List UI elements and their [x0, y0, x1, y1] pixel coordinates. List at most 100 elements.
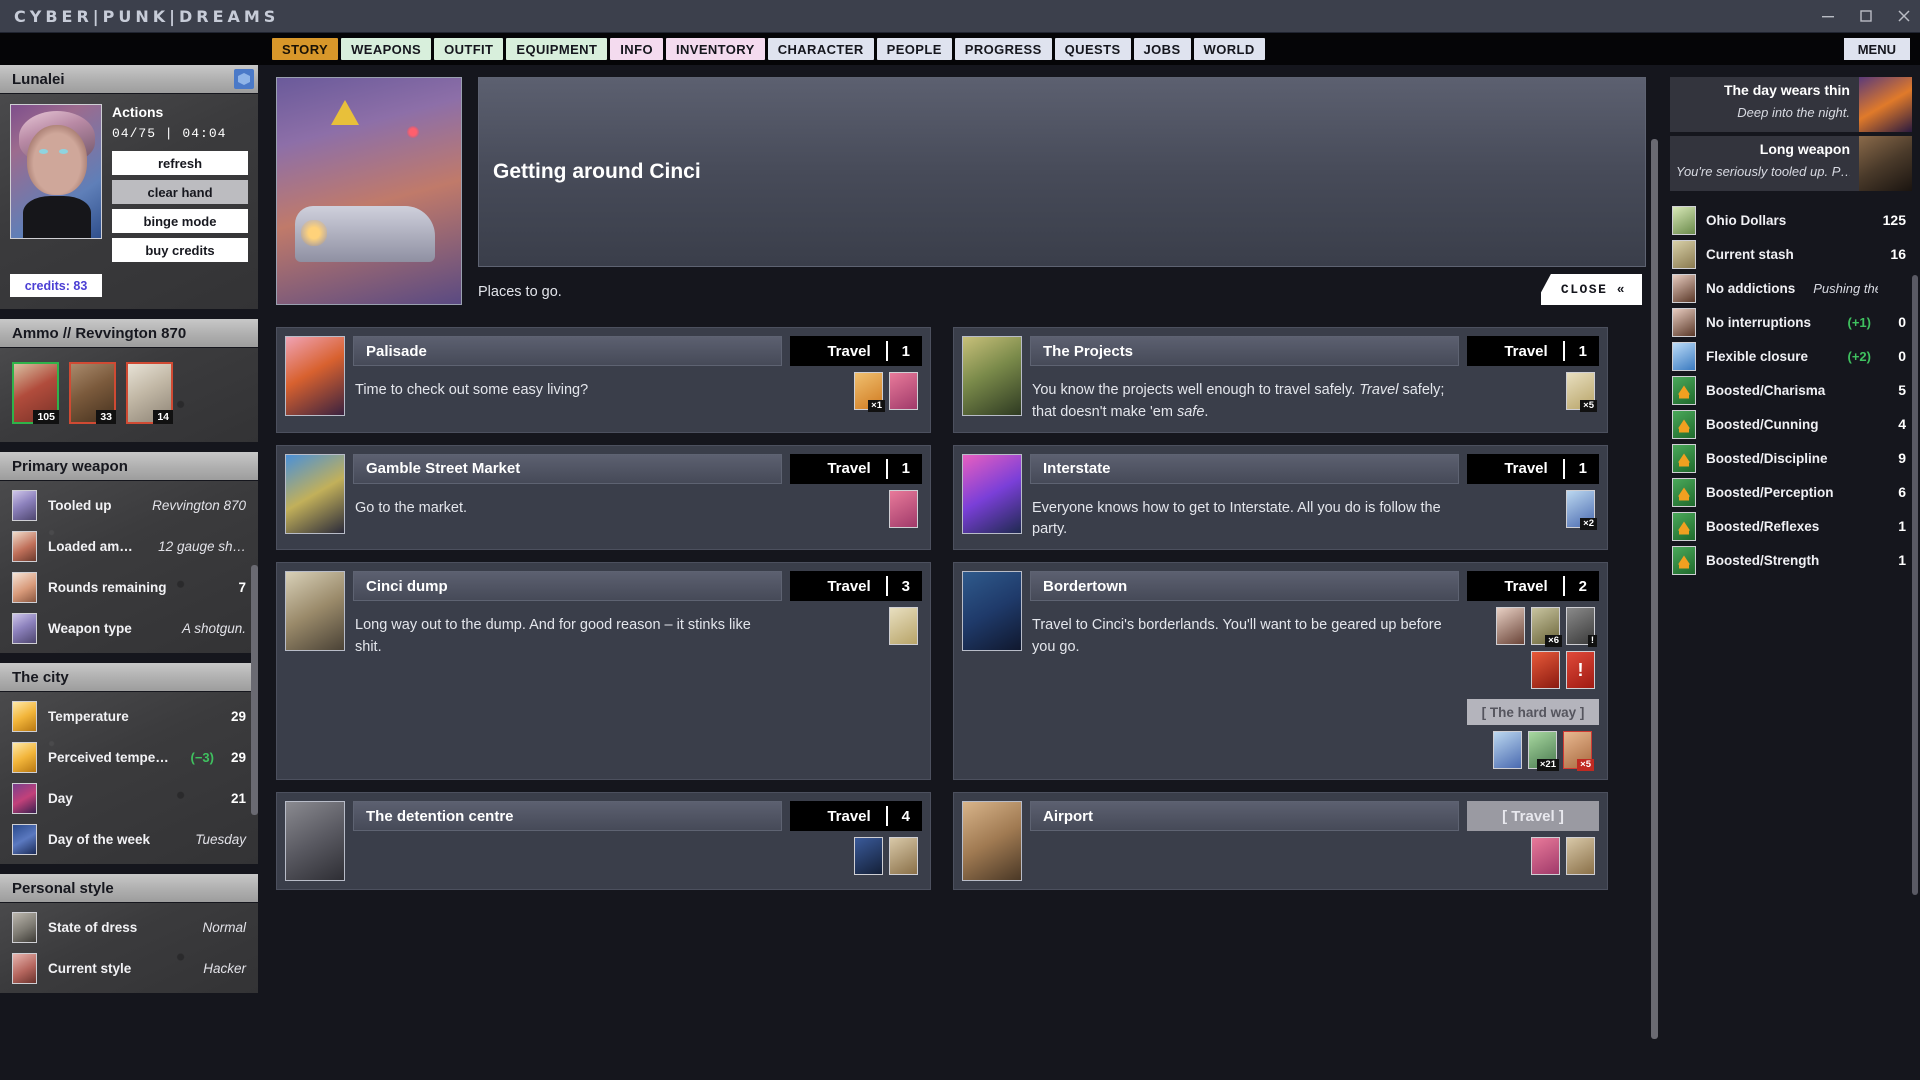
- status-stat-icon: [1672, 206, 1696, 235]
- location-card[interactable]: Airport[ Travel ]: [953, 792, 1608, 890]
- nav-tab-people[interactable]: PEOPLE: [877, 38, 952, 60]
- status-stat-icon: [1672, 308, 1696, 337]
- reward-chip[interactable]: ×21: [1528, 731, 1557, 769]
- right-sidebar-scrollbar[interactable]: [1912, 275, 1918, 895]
- status-stat-row[interactable]: Ohio Dollars125: [1670, 203, 1912, 237]
- stat-row[interactable]: Day21: [6, 778, 252, 819]
- status-stat-row[interactable]: Boosted/Reflexes1: [1670, 509, 1912, 543]
- location-title-bar: Cinci dump: [353, 571, 782, 601]
- reward-chip[interactable]: [1496, 607, 1525, 645]
- nav-tab-info[interactable]: INFO: [610, 38, 663, 60]
- stat-value: Normal: [202, 920, 246, 935]
- stat-row[interactable]: Current styleHacker: [6, 948, 252, 989]
- reward-chip[interactable]: [889, 372, 918, 410]
- reward-chip[interactable]: [889, 607, 918, 645]
- travel-button[interactable]: [ Travel ]: [1467, 801, 1599, 831]
- reward-chip[interactable]: !: [1566, 651, 1595, 689]
- reward-chip[interactable]: [1566, 837, 1595, 875]
- hard-way-button[interactable]: [ The hard way ]: [1467, 699, 1599, 725]
- menu-button[interactable]: MENU: [1844, 38, 1910, 60]
- avatar[interactable]: [10, 104, 102, 239]
- reward-chip[interactable]: [854, 837, 883, 875]
- stat-row[interactable]: State of dressNormal: [6, 907, 252, 948]
- travel-button[interactable]: Travel4: [790, 801, 922, 831]
- close-icon[interactable]: [1896, 8, 1912, 24]
- location-card[interactable]: Gamble Street MarketGo to the market.Tra…: [276, 445, 931, 551]
- ammo-slot[interactable]: 14: [126, 362, 173, 424]
- travel-divider: [1563, 576, 1565, 596]
- travel-button[interactable]: Travel1: [1467, 336, 1599, 366]
- reward-chip[interactable]: ×1: [854, 372, 883, 410]
- status-stat-row[interactable]: Boosted/Perception6: [1670, 475, 1912, 509]
- location-title: Bordertown: [1043, 578, 1127, 595]
- status-stat-row[interactable]: Boosted/Charisma5: [1670, 373, 1912, 407]
- reward-chip[interactable]: [889, 490, 918, 528]
- nav-tab-story[interactable]: STORY: [272, 38, 338, 60]
- status-stat-row[interactable]: Boosted/Cunning4: [1670, 407, 1912, 441]
- clear-hand-button[interactable]: clear hand: [112, 180, 248, 204]
- stat-row[interactable]: Day of the weekTuesday: [6, 819, 252, 860]
- character-badge-icon[interactable]: [234, 69, 254, 89]
- location-card[interactable]: BordertownTravel to Cinci's borderlands.…: [953, 562, 1608, 780]
- stat-row[interactable]: Perceived tempe…(−3)29: [6, 737, 252, 778]
- reward-chip[interactable]: [1493, 731, 1522, 769]
- nav-tab-outfit[interactable]: OUTFIT: [434, 38, 503, 60]
- reward-chip[interactable]: ×2: [1566, 490, 1595, 528]
- nav-tab-quests[interactable]: QUESTS: [1055, 38, 1131, 60]
- nav-tab-world[interactable]: WORLD: [1194, 38, 1265, 60]
- location-thumbnail: [285, 454, 345, 534]
- stat-row[interactable]: Tooled upRevvington 870: [6, 485, 252, 526]
- binge-mode-button[interactable]: binge mode: [112, 209, 248, 233]
- refresh-button[interactable]: refresh: [112, 151, 248, 175]
- stat-row[interactable]: Rounds remaining7: [6, 567, 252, 608]
- location-card[interactable]: The detention centreTravel4: [276, 792, 931, 890]
- nav-tab-inventory[interactable]: INVENTORY: [666, 38, 765, 60]
- left-sidebar-scrollbar[interactable]: [251, 565, 258, 815]
- nav-tab-weapons[interactable]: WEAPONS: [341, 38, 431, 60]
- nav-tab-character[interactable]: CHARACTER: [768, 38, 874, 60]
- minimize-icon[interactable]: [1820, 8, 1836, 24]
- reward-chip[interactable]: ×6: [1531, 607, 1560, 645]
- stat-icon: [12, 490, 37, 521]
- nav-tab-jobs[interactable]: JOBS: [1134, 38, 1191, 60]
- status-stat-value: 1: [1888, 552, 1906, 568]
- stat-row[interactable]: Weapon typeA shotgun.: [6, 608, 252, 649]
- location-card[interactable]: InterstateEveryone knows how to get to I…: [953, 445, 1608, 551]
- reward-chip[interactable]: ×5: [1566, 372, 1595, 410]
- notice-card[interactable]: Long weaponYou're seriously tooled up. P…: [1670, 136, 1912, 191]
- reward-chip[interactable]: [1531, 651, 1560, 689]
- ammo-slot[interactable]: 33: [69, 362, 116, 424]
- stat-row[interactable]: Temperature29: [6, 696, 252, 737]
- travel-button[interactable]: Travel1: [790, 454, 922, 484]
- location-card[interactable]: Cinci dumpLong way out to the dump. And …: [276, 562, 931, 780]
- status-stat-row[interactable]: Current stash16: [1670, 237, 1912, 271]
- credits-display[interactable]: credits: 83: [10, 274, 102, 297]
- status-stat-row[interactable]: Flexible closure(+2)0: [1670, 339, 1912, 373]
- chip-badge: ×1: [868, 400, 885, 412]
- buy-credits-button[interactable]: buy credits: [112, 238, 248, 262]
- travel-button[interactable]: Travel1: [1467, 454, 1599, 484]
- travel-button[interactable]: Travel2: [1467, 571, 1599, 601]
- status-stat-value: 9: [1888, 450, 1906, 466]
- status-stat-row[interactable]: No interruptions(+1)0: [1670, 305, 1912, 339]
- chip-badge: ×5: [1580, 400, 1597, 412]
- status-stat-row[interactable]: Boosted/Strength1: [1670, 543, 1912, 577]
- reward-chip[interactable]: [1531, 837, 1560, 875]
- travel-button[interactable]: Travel3: [790, 571, 922, 601]
- nav-tab-progress[interactable]: PROGRESS: [955, 38, 1052, 60]
- notice-card[interactable]: The day wears thinDeep into the night.: [1670, 77, 1912, 132]
- travel-button[interactable]: Travel1: [790, 336, 922, 366]
- reward-chip[interactable]: [889, 837, 918, 875]
- status-stat-row[interactable]: Boosted/Discipline9: [1670, 441, 1912, 475]
- ammo-slot[interactable]: 105: [12, 362, 59, 424]
- status-stat-row[interactable]: No addictionsPushing them …: [1670, 271, 1912, 305]
- maximize-icon[interactable]: [1858, 8, 1874, 24]
- reward-chip[interactable]: ×5: [1563, 731, 1592, 769]
- location-card[interactable]: The ProjectsYou know the projects well e…: [953, 327, 1608, 433]
- main-scrollbar[interactable]: [1651, 139, 1658, 1039]
- close-button[interactable]: CLOSE «: [1541, 274, 1642, 305]
- nav-tab-equipment[interactable]: EQUIPMENT: [506, 38, 607, 60]
- reward-chip[interactable]: !: [1566, 607, 1595, 645]
- stat-row[interactable]: Loaded am…12 gauge sh…: [6, 526, 252, 567]
- location-card[interactable]: PalisadeTime to check out some easy livi…: [276, 327, 931, 433]
